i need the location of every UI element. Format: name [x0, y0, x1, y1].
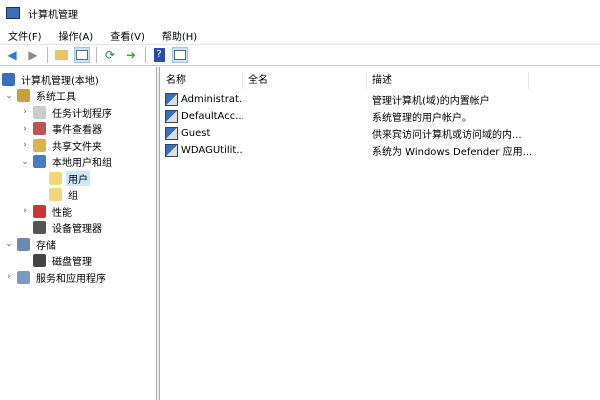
name-cell: WDAGUtilit... [161, 144, 243, 157]
tree-node[interactable]: › 事件查看器 [20, 121, 104, 137]
device-manager-icon [33, 221, 46, 234]
description-cell: 管理计算机(域)的内置帐户 [372, 96, 490, 107]
help-icon[interactable]: ? [151, 47, 167, 63]
tree-node[interactable]: 磁盘管理 [20, 253, 94, 269]
table-row[interactable]: WDAGUtilit... 系统为 Windows Defender 应用... [161, 142, 600, 159]
column-header-fullname[interactable]: 全名 [243, 72, 367, 89]
services-icon [17, 270, 30, 284]
tree-node[interactable]: 组 [36, 187, 80, 203]
chevron-right-icon[interactable]: › [20, 107, 30, 117]
tree-node-label: 磁盘管理 [52, 257, 92, 268]
name-cell: DefaultAcc... [161, 110, 243, 123]
user-icon [165, 127, 178, 140]
shared-folder-icon [33, 138, 46, 152]
forward-icon[interactable]: ▶ [25, 47, 41, 63]
refresh-icon[interactable]: ⟳ [102, 47, 118, 63]
tree-node-label: 系统工具 [36, 92, 76, 103]
performance-icon [33, 204, 46, 218]
tree-node[interactable]: › 共享文件夹 [20, 137, 104, 153]
computer-management-icon [6, 7, 20, 19]
tree-node-label: 服务和应用程序 [36, 273, 106, 285]
menu-view[interactable]: 查看(V) [110, 28, 145, 43]
user-name: WDAGUtilit... [181, 145, 243, 156]
column-header-name[interactable]: 名称 [161, 72, 243, 89]
chevron-right-icon[interactable]: › [4, 272, 14, 282]
window-title: 计算机管理 [28, 9, 78, 21]
chevron-down-icon[interactable]: ⌄ [20, 157, 30, 167]
tree-node[interactable]: 用户 [36, 170, 90, 186]
system-tools-icon [17, 89, 30, 102]
console-tree: 计算机管理(本地) ⌄ 系统工具 › 任务计划程序 › 事件查看器 › 共享文件夹 ⌄ 本地用户和组… [0, 67, 157, 400]
tree-node-label: 用户 [66, 170, 90, 186]
description-cell: 供来宾访问计算机或访问域的内... [372, 130, 522, 141]
tree-node[interactable]: › 任务计划程序 [20, 104, 114, 120]
storage-icon [17, 237, 30, 251]
menu-help[interactable]: 帮助(H) [162, 28, 197, 43]
tree-node[interactable]: ⌄ 存储 [4, 236, 58, 252]
folder-icon [49, 171, 62, 185]
tree-node-label: 共享文件夹 [52, 141, 102, 153]
user-list: 名称 全名 描述 Administrat... 管理计算机(域)的内置帐户 Defa… [161, 67, 600, 400]
export-icon[interactable]: ➜ [123, 47, 139, 63]
user-icon [165, 110, 178, 123]
users-group-icon [33, 155, 46, 168]
list-header: 名称 全名 描述 [161, 72, 600, 89]
description-cell: 系统管理的用户帐户。 [372, 113, 472, 124]
tree-node-label: 任务计划程序 [52, 108, 112, 120]
tree-node-label: 存储 [36, 240, 56, 252]
tree-node[interactable]: 计算机管理(本地) [2, 71, 101, 87]
pane-splitter[interactable] [157, 67, 160, 400]
menu-bar: 文件(F) 操作(A) 查看(V) 帮助(H) [0, 26, 600, 44]
chevron-down-icon[interactable]: ⌄ [4, 239, 14, 249]
tree-node-label: 性能 [52, 207, 72, 219]
chevron-right-icon[interactable]: › [20, 206, 30, 216]
table-row[interactable]: DefaultAcc... 系统管理的用户帐户。 [161, 108, 600, 125]
user-name: Guest [181, 128, 211, 139]
tree-node-label: 本地用户和组 [52, 158, 112, 169]
tree-node[interactable]: 设备管理器 [20, 220, 104, 236]
divider [145, 47, 146, 63]
event-viewer-icon [33, 122, 46, 135]
tree-node[interactable]: ⌄ 系统工具 [4, 88, 78, 104]
table-row[interactable]: Guest 供来宾访问计算机或访问域的内... [161, 125, 600, 142]
title-bar: 计算机管理 [0, 0, 600, 26]
tree-node[interactable]: › 性能 [20, 203, 74, 219]
name-cell: Guest [161, 127, 243, 140]
up-folder-icon[interactable] [53, 47, 69, 63]
chevron-right-icon[interactable]: › [20, 140, 30, 150]
user-name: Administrat... [181, 94, 243, 105]
description-cell: 系统为 Windows Defender 应用... [372, 147, 533, 158]
user-icon [165, 93, 178, 106]
user-name: DefaultAcc... [181, 111, 243, 122]
tree-node-label: 设备管理器 [52, 224, 102, 235]
tree-node-label: 事件查看器 [52, 125, 102, 136]
table-row[interactable]: Administrat... 管理计算机(域)的内置帐户 [161, 91, 600, 108]
tree-node-label: 计算机管理(本地) [21, 75, 99, 87]
disk-icon [33, 254, 46, 267]
menu-file[interactable]: 文件(F) [8, 28, 42, 43]
back-icon[interactable]: ◀ [4, 47, 20, 63]
menu-action[interactable]: 操作(A) [59, 28, 94, 43]
name-cell: Administrat... [161, 93, 243, 106]
divider [47, 47, 48, 63]
clock-icon [33, 105, 46, 119]
computer-management-icon [2, 72, 15, 86]
tree-node[interactable]: ⌄ 本地用户和组 [20, 154, 114, 170]
show-hide-tree-icon[interactable] [74, 47, 90, 63]
divider [96, 47, 97, 63]
folder-icon [49, 188, 62, 201]
tree-node-label: 组 [68, 191, 78, 202]
user-icon [165, 144, 178, 157]
toolbar: ◀ ▶ ⟳ ➜ ? [0, 44, 600, 66]
tree-node[interactable]: › 服务和应用程序 [4, 269, 108, 285]
chevron-down-icon[interactable]: ⌄ [4, 91, 14, 101]
chevron-right-icon[interactable]: › [20, 124, 30, 134]
show-action-pane-icon[interactable] [172, 47, 188, 63]
column-header-description[interactable]: 描述 [367, 72, 529, 89]
